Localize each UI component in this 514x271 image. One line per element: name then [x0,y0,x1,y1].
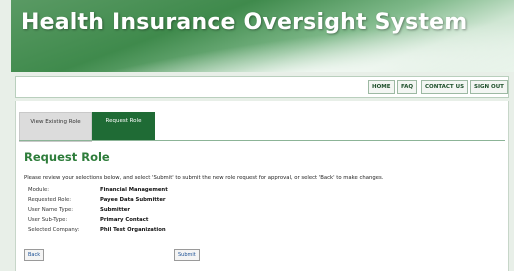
top-nav-bar: HOME FAQ CONTACT US SIGN OUT [15,76,509,98]
sign-out-button[interactable]: SIGN OUT [470,80,508,94]
summary-value: Primary Contact [100,217,149,223]
tab-view-existing-role[interactable]: View Existing Role [19,112,92,142]
tab-request-role[interactable]: Request Role [92,112,155,140]
summary-label: Requested Role: [28,197,72,203]
summary-value: Financial Management [100,187,168,193]
submit-button[interactable]: Submit [174,249,200,261]
main-content: View Existing Role Request Role Request … [15,101,509,271]
faq-button[interactable]: FAQ [397,80,418,94]
page-title: Request Role [24,150,110,164]
summary-value: Phil Test Organization [100,227,166,233]
summary-label: User Sub-Type: [28,217,68,223]
home-button[interactable]: HOME [368,80,395,94]
summary-value: Payee Data Submitter [100,197,166,203]
summary-label: Module: [28,187,50,193]
app-title: Health Insurance Oversight System [21,10,468,35]
summary-value: Submitter [100,207,130,213]
summary-label: User Name Type: [28,207,74,213]
contact-us-button[interactable]: CONTACT US [421,80,469,94]
back-button[interactable]: Back [24,249,45,261]
tab-divider [19,140,505,141]
summary-label: Selected Company: [28,227,80,233]
instructions-text: Please review your selections below, and… [24,175,384,181]
header-banner: Health Insurance Oversight System [11,0,514,72]
